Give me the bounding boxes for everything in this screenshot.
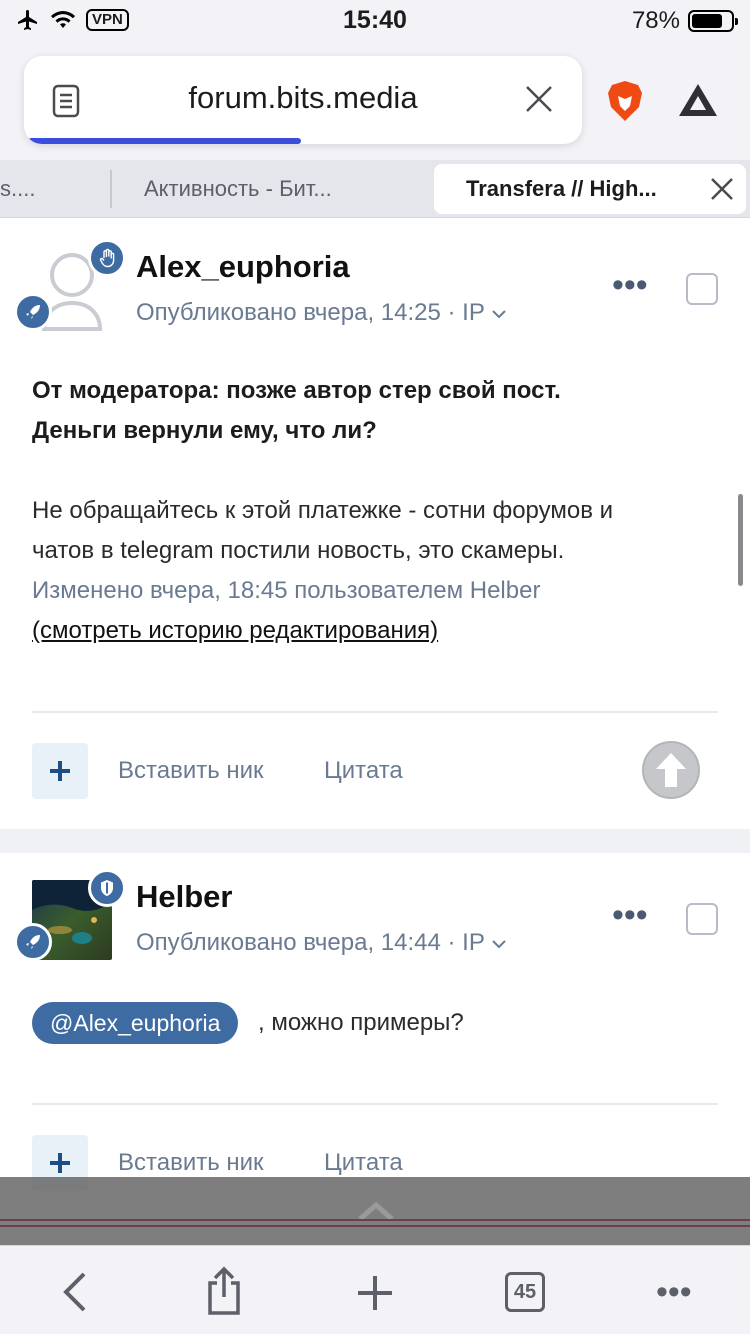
plus-icon: [50, 761, 70, 781]
rocket-icon: [26, 935, 40, 949]
more-options-icon[interactable]: •••: [612, 898, 648, 932]
post-divider: [32, 711, 718, 713]
hand-icon: [99, 248, 115, 268]
page-scrollbar[interactable]: [738, 494, 743, 586]
browser-toolbar: 45 •••: [0, 1245, 750, 1334]
share-icon[interactable]: [204, 1266, 244, 1316]
scroll-to-top-button[interactable]: [642, 741, 700, 799]
edit-history-link[interactable]: (смотреть историю редактирования): [32, 611, 722, 651]
tab-close-icon[interactable]: [710, 177, 734, 201]
chevron-up-icon[interactable]: [356, 1199, 396, 1221]
quote-button[interactable]: Цитата: [324, 757, 403, 785]
browser-bar: forum.bits.media: [0, 42, 750, 160]
body-line-2: чатов в telegram постили новость, это ск…: [32, 537, 565, 564]
post-meta[interactable]: Опубликовано вчера, 14:44 · IP: [136, 929, 507, 957]
page-load-progress: [28, 138, 301, 144]
new-tab-icon[interactable]: [356, 1274, 394, 1312]
body-line-1: Не обращайтесь к этой платежке - сотни ф…: [32, 497, 614, 524]
moderator-note-line-2: Деньги вернули ему, что ли?: [32, 417, 377, 444]
arrow-up-icon: [656, 753, 686, 787]
tab-active[interactable]: Transfera // High...: [434, 164, 746, 214]
rank-rocket-badge: [14, 923, 52, 961]
post-separator: [0, 829, 750, 853]
insert-nick-button[interactable]: Вставить ник: [118, 1149, 264, 1177]
address-bar[interactable]: forum.bits.media: [24, 56, 582, 144]
close-icon[interactable]: [524, 84, 554, 114]
post-divider: [32, 1103, 718, 1105]
rank-rocket-badge: [14, 293, 52, 331]
rocket-icon: [26, 305, 40, 319]
post-select-checkbox[interactable]: [686, 273, 718, 305]
url-text[interactable]: forum.bits.media: [24, 80, 582, 116]
more-options-icon[interactable]: •••: [612, 268, 648, 302]
status-bar: VPN 15:40 78%: [0, 0, 750, 42]
battery-icon: [688, 10, 738, 32]
post-alex-euphoria: Alex_euphoria Опубликовано вчера, 14:25 …: [0, 219, 750, 829]
post-author[interactable]: Alex_euphoria: [136, 249, 350, 285]
post-helber: Helber Опубликовано вчера, 14:44 · IP ••…: [0, 853, 750, 1191]
post-date: Опубликовано вчера, 14:44 · IP: [136, 929, 485, 956]
post-select-checkbox[interactable]: [686, 903, 718, 935]
quote-button[interactable]: Цитата: [324, 1149, 403, 1177]
add-button[interactable]: [32, 743, 88, 799]
brave-lion-icon[interactable]: [606, 80, 644, 122]
chevron-down-icon: [492, 940, 506, 949]
battery-fill: [692, 14, 722, 28]
tab-strip: s.... Активность - Бит... Transfera // H…: [0, 160, 750, 218]
bottom-overlay: [0, 1177, 750, 1245]
back-icon[interactable]: [60, 1270, 90, 1314]
battery-percent: 78%: [631, 7, 680, 34]
mention-tag[interactable]: @Alex_euphoria: [32, 1002, 239, 1044]
edited-note: Изменено вчера, 18:45 пользователем Helb…: [32, 577, 541, 604]
tab-activity[interactable]: Активность - Бит...: [144, 160, 332, 218]
plus-icon: [50, 1153, 70, 1173]
chevron-down-icon: [492, 310, 506, 319]
post-author[interactable]: Helber: [136, 879, 232, 915]
post-body: От модератора: позже автор стер свой пос…: [32, 371, 722, 651]
tab-active-label: Transfera // High...: [466, 176, 657, 201]
moderator-shield-badge: [88, 869, 126, 907]
menu-more-icon[interactable]: •••: [656, 1275, 692, 1309]
tabs-count-button[interactable]: 45: [505, 1272, 545, 1312]
status-right: 78%: [631, 7, 738, 35]
tab-previous[interactable]: s....: [0, 160, 35, 218]
insert-nick-button[interactable]: Вставить ник: [118, 757, 264, 785]
shield-icon: [101, 880, 113, 896]
overlay-line: [0, 1225, 750, 1227]
post-date: Опубликовано вчера, 14:25 · IP: [136, 299, 485, 326]
moderator-hand-badge: [88, 239, 126, 277]
post-meta[interactable]: Опубликовано вчера, 14:25 · IP: [136, 299, 507, 327]
post-body: , можно примеры?: [258, 1009, 464, 1036]
tab-separator: [110, 170, 112, 208]
moderator-note-line-1: От модератора: позже автор стер свой пос…: [32, 377, 561, 404]
bat-triangle-icon[interactable]: [677, 82, 719, 118]
overlay-line: [0, 1219, 750, 1221]
